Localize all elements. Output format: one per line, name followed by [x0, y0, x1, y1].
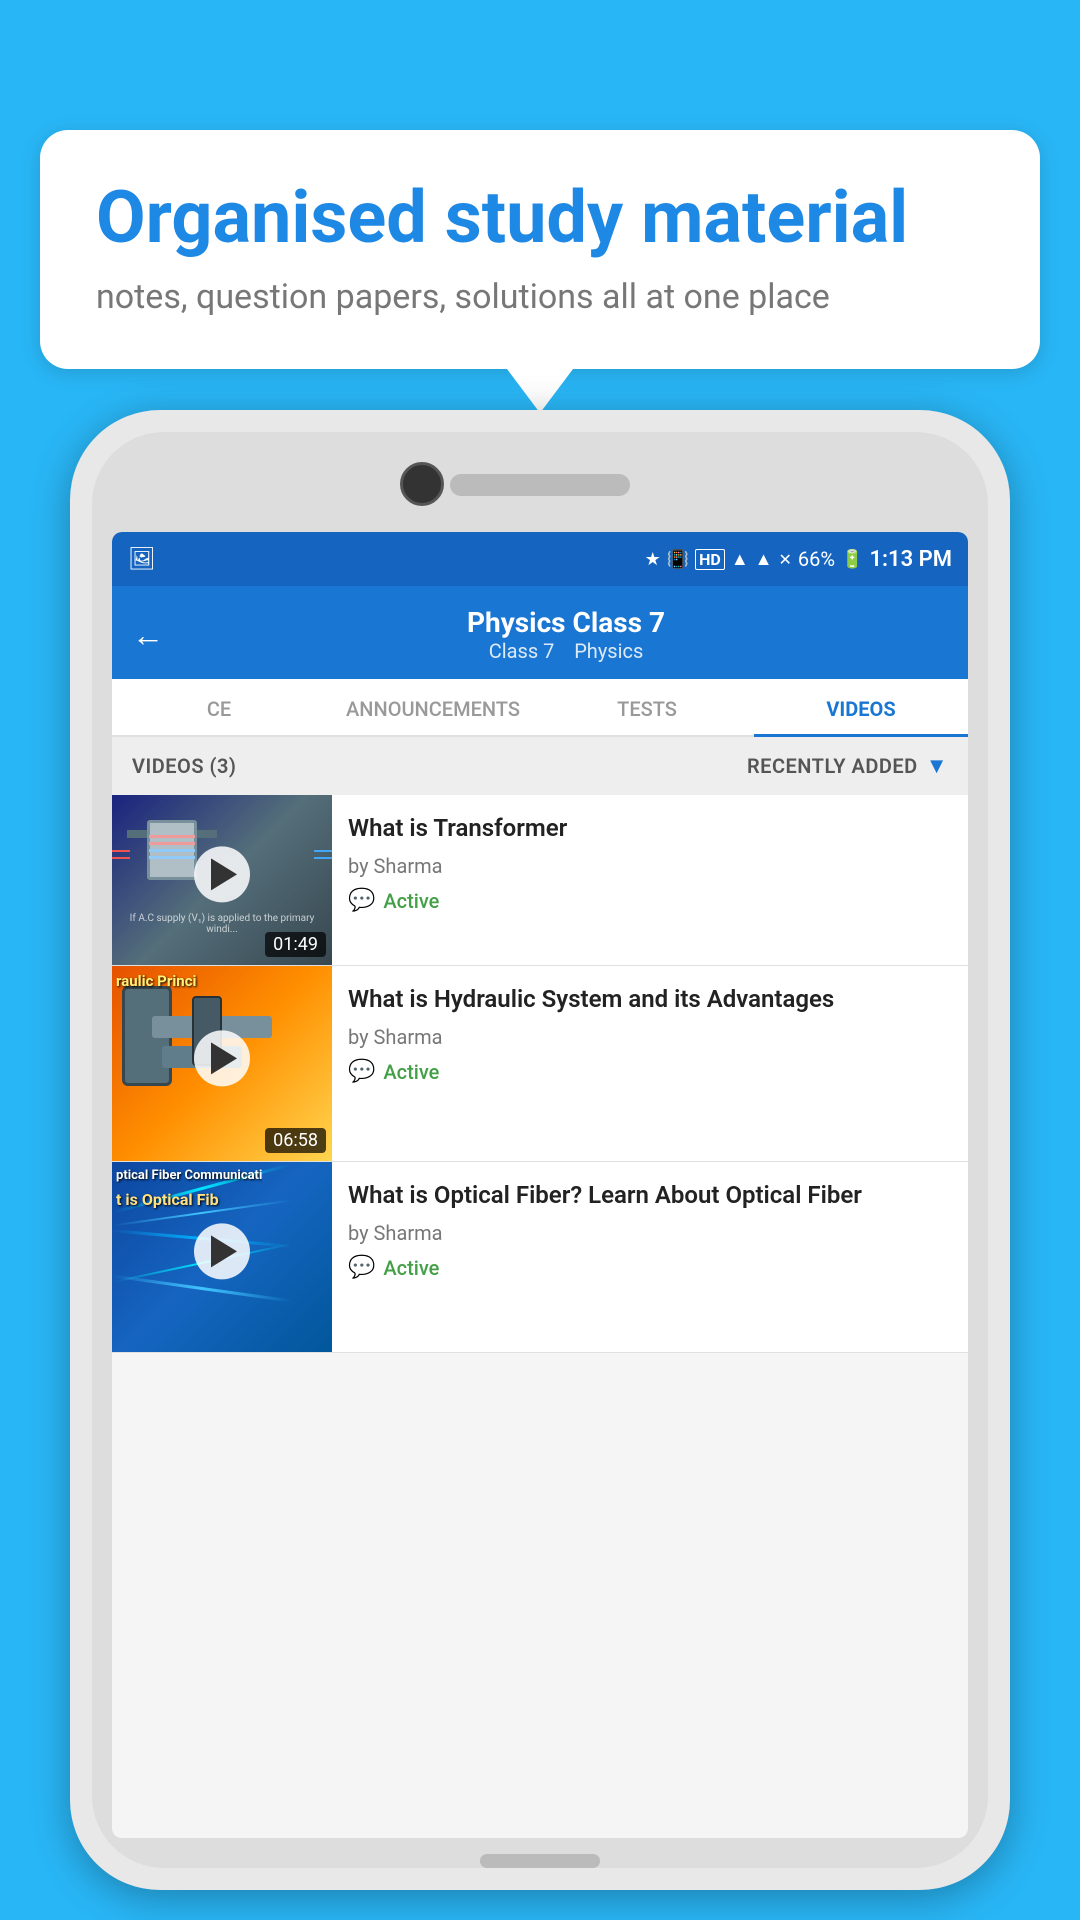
video-item-1[interactable]: If A.C supply (V₁) is applied to the pri…	[112, 795, 968, 966]
video-thumbnail-1: If A.C supply (V₁) is applied to the pri…	[112, 795, 332, 965]
play-button-2[interactable]	[194, 1030, 250, 1086]
class-label: Class 7	[489, 639, 555, 663]
video-list: If A.C supply (V₁) is applied to the pri…	[112, 795, 968, 1353]
photo-icon: 🖼	[128, 547, 156, 572]
speech-bubble: Organised study material notes, question…	[40, 130, 1040, 369]
video-status-3: 💬 Active	[348, 1255, 952, 1280]
chat-icon-1: 💬	[348, 888, 375, 913]
status-label-1: Active	[383, 889, 439, 913]
home-button[interactable]	[480, 1854, 600, 1868]
tab-videos[interactable]: VIDEOS	[754, 679, 968, 735]
video-author-1: by Sharma	[348, 854, 952, 878]
bubble-title: Organised study material	[96, 178, 984, 257]
filter-row: VIDEOS (3) RECENTLY ADDED ▼	[112, 737, 968, 795]
video-info-1: What is Transformer by Sharma 💬 Active	[332, 795, 968, 965]
video-thumbnail-3: ptical Fiber Communicati t is Optical Fi…	[112, 1162, 332, 1352]
hd-badge: HD	[695, 549, 725, 570]
subject-label: Physics	[574, 639, 643, 663]
video-item-2[interactable]: raulic Princi 06:58 What is Hydraulic Sy…	[112, 966, 968, 1162]
status-bar: 🖼 ★ 📳 HD ▲ ▲ ✕ 66% 🔋 1:13 PM	[112, 532, 968, 586]
battery-icon: 🔋	[841, 549, 863, 570]
app-bar: ← Physics Class 7 Class 7 Physics	[112, 586, 968, 679]
videos-count: VIDEOS (3)	[132, 754, 236, 778]
chat-icon-2: 💬	[348, 1059, 375, 1084]
video-title-1: What is Transformer	[348, 813, 952, 844]
status-right: ★ 📳 HD ▲ ▲ ✕ 66% 🔋 1:13 PM	[645, 547, 952, 572]
app-bar-titles: Physics Class 7 Class 7 Physics	[184, 606, 948, 663]
phone-camera	[400, 462, 444, 506]
wifi-icon: ▲	[731, 549, 749, 570]
video-status-1: 💬 Active	[348, 888, 952, 913]
app-bar-subtitle: Class 7 Physics	[184, 639, 948, 663]
video-thumbnail-2: raulic Princi 06:58	[112, 966, 332, 1161]
video-title-2: What is Hydraulic System and its Advanta…	[348, 984, 952, 1015]
back-button[interactable]: ←	[132, 616, 164, 654]
app-bar-title: Physics Class 7	[184, 606, 948, 639]
video-author-3: by Sharma	[348, 1221, 952, 1245]
video-title-3: What is Optical Fiber? Learn About Optic…	[348, 1180, 952, 1211]
sort-label: RECENTLY ADDED	[747, 754, 918, 778]
phone-inner: 🖼 ★ 📳 HD ▲ ▲ ✕ 66% 🔋 1:13 PM	[92, 432, 988, 1868]
tabs-bar: CE ANNOUNCEMENTS TESTS VIDEOS	[112, 679, 968, 737]
video-info-3: What is Optical Fiber? Learn About Optic…	[332, 1162, 968, 1352]
status-label-2: Active	[383, 1060, 439, 1084]
tab-announcements[interactable]: ANNOUNCEMENTS	[326, 679, 540, 735]
video-status-2: 💬 Active	[348, 1059, 952, 1084]
play-button-3[interactable]	[194, 1223, 250, 1279]
phone-frame: 🖼 ★ 📳 HD ▲ ▲ ✕ 66% 🔋 1:13 PM	[70, 410, 1010, 1890]
bluetooth-icon: ★	[645, 549, 661, 570]
duration-1: 01:49	[265, 932, 326, 957]
status-left: 🖼	[128, 547, 160, 572]
tab-tests[interactable]: TESTS	[540, 679, 754, 735]
play-button-1[interactable]	[194, 846, 250, 902]
chevron-down-icon: ▼	[926, 753, 948, 779]
chat-icon-3: 💬	[348, 1255, 375, 1280]
video-info-2: What is Hydraulic System and its Advanta…	[332, 966, 968, 1161]
video-item-3[interactable]: ptical Fiber Communicati t is Optical Fi…	[112, 1162, 968, 1353]
time-text: 1:13 PM	[869, 547, 952, 572]
duration-2: 06:58	[265, 1128, 326, 1153]
bubble-subtitle: notes, question papers, solutions all at…	[96, 277, 984, 317]
phone-speaker	[450, 474, 630, 496]
video-author-2: by Sharma	[348, 1025, 952, 1049]
background: Organised study material notes, question…	[0, 0, 1080, 1920]
signal-icon: ▲	[755, 549, 773, 570]
vibrate-icon: 📳	[667, 549, 689, 570]
x-icon: ✕	[778, 550, 791, 569]
battery-text: 66%	[798, 547, 835, 571]
phone-screen: 🖼 ★ 📳 HD ▲ ▲ ✕ 66% 🔋 1:13 PM	[112, 532, 968, 1838]
sort-dropdown[interactable]: RECENTLY ADDED ▼	[747, 753, 948, 779]
status-label-3: Active	[383, 1256, 439, 1280]
tab-ce[interactable]: CE	[112, 679, 326, 735]
